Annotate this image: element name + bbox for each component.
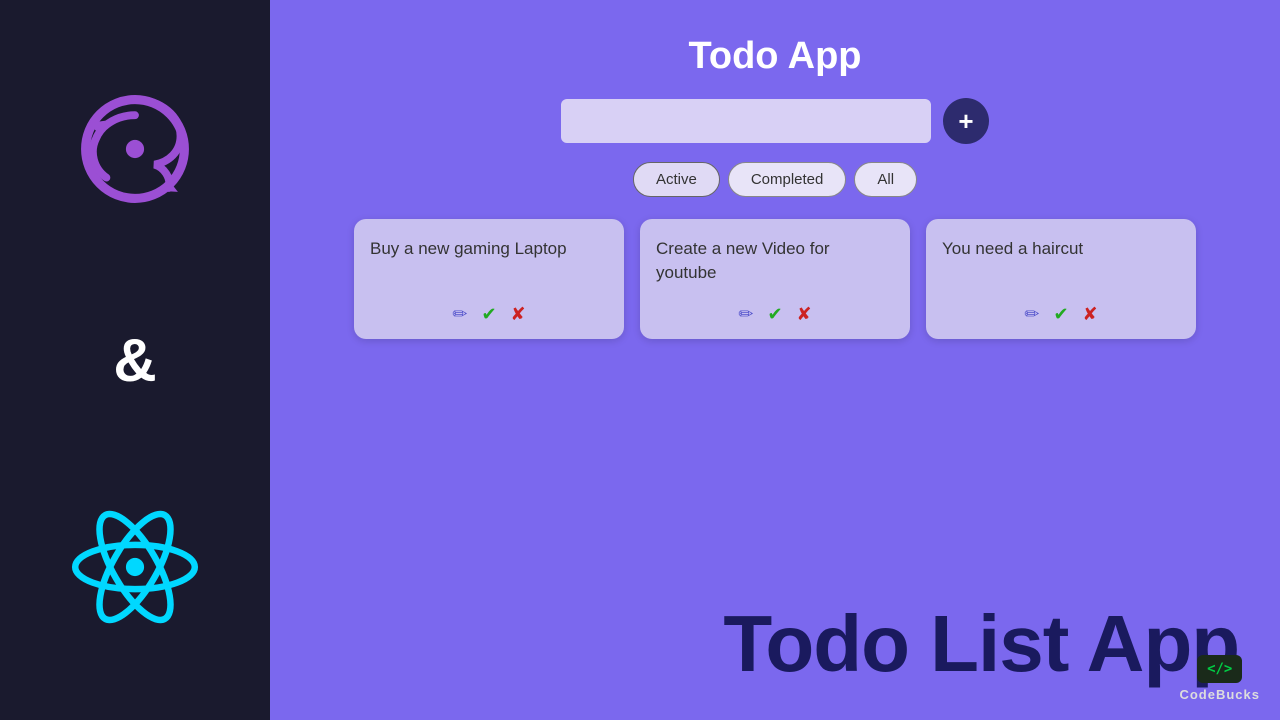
app-title: Todo App bbox=[688, 35, 861, 78]
delete-icon-1[interactable]: ✘ bbox=[511, 304, 526, 325]
add-button[interactable]: + bbox=[943, 98, 989, 144]
filter-active[interactable]: Active bbox=[633, 162, 720, 197]
edit-icon-2[interactable]: ✏ bbox=[738, 304, 753, 325]
main-content: Todo App + Active Completed All Buy a ne… bbox=[270, 0, 1280, 720]
filter-row: Active Completed All bbox=[633, 162, 917, 197]
card-actions-3: ✏ ✔ ✘ bbox=[942, 304, 1180, 325]
react-logo bbox=[70, 502, 200, 637]
top-section: Todo App + Active Completed All bbox=[270, 0, 1280, 219]
check-icon-1[interactable]: ✔ bbox=[481, 304, 496, 325]
codebucks-watermark: </> CodeBucks bbox=[1179, 655, 1260, 702]
delete-icon-2[interactable]: ✘ bbox=[797, 304, 812, 325]
cards-row: Buy a new gaming Laptop ✏ ✔ ✘ Create a n… bbox=[270, 219, 1280, 339]
card-actions-1: ✏ ✔ ✘ bbox=[370, 304, 608, 325]
codebucks-name: CodeBucks bbox=[1179, 687, 1260, 702]
redux-logo bbox=[70, 84, 200, 219]
card-actions-2: ✏ ✔ ✘ bbox=[656, 304, 894, 325]
check-icon-3[interactable]: ✔ bbox=[1053, 304, 1068, 325]
todo-card-2: Create a new Video for youtube ✏ ✔ ✘ bbox=[640, 219, 910, 339]
edit-icon-1[interactable]: ✏ bbox=[452, 304, 467, 325]
todo-text-1: Buy a new gaming Laptop bbox=[370, 237, 608, 261]
todo-text-2: Create a new Video for youtube bbox=[656, 237, 894, 285]
todo-card-3: You need a haircut ✏ ✔ ✘ bbox=[926, 219, 1196, 339]
delete-icon-3[interactable]: ✘ bbox=[1083, 304, 1098, 325]
filter-all[interactable]: All bbox=[854, 162, 917, 197]
edit-icon-3[interactable]: ✏ bbox=[1024, 304, 1039, 325]
codebucks-box: </> bbox=[1197, 655, 1242, 683]
todo-input[interactable] bbox=[561, 99, 931, 143]
ampersand-symbol: & bbox=[113, 326, 156, 395]
filter-completed[interactable]: Completed bbox=[728, 162, 847, 197]
todo-text-3: You need a haircut bbox=[942, 237, 1180, 261]
todo-card-1: Buy a new gaming Laptop ✏ ✔ ✘ bbox=[354, 219, 624, 339]
check-icon-2[interactable]: ✔ bbox=[767, 304, 782, 325]
big-title: Todo List App bbox=[723, 598, 1239, 690]
sidebar: & bbox=[0, 0, 270, 720]
input-row: + bbox=[561, 98, 989, 144]
codebucks-code-icon: </> bbox=[1207, 661, 1232, 677]
